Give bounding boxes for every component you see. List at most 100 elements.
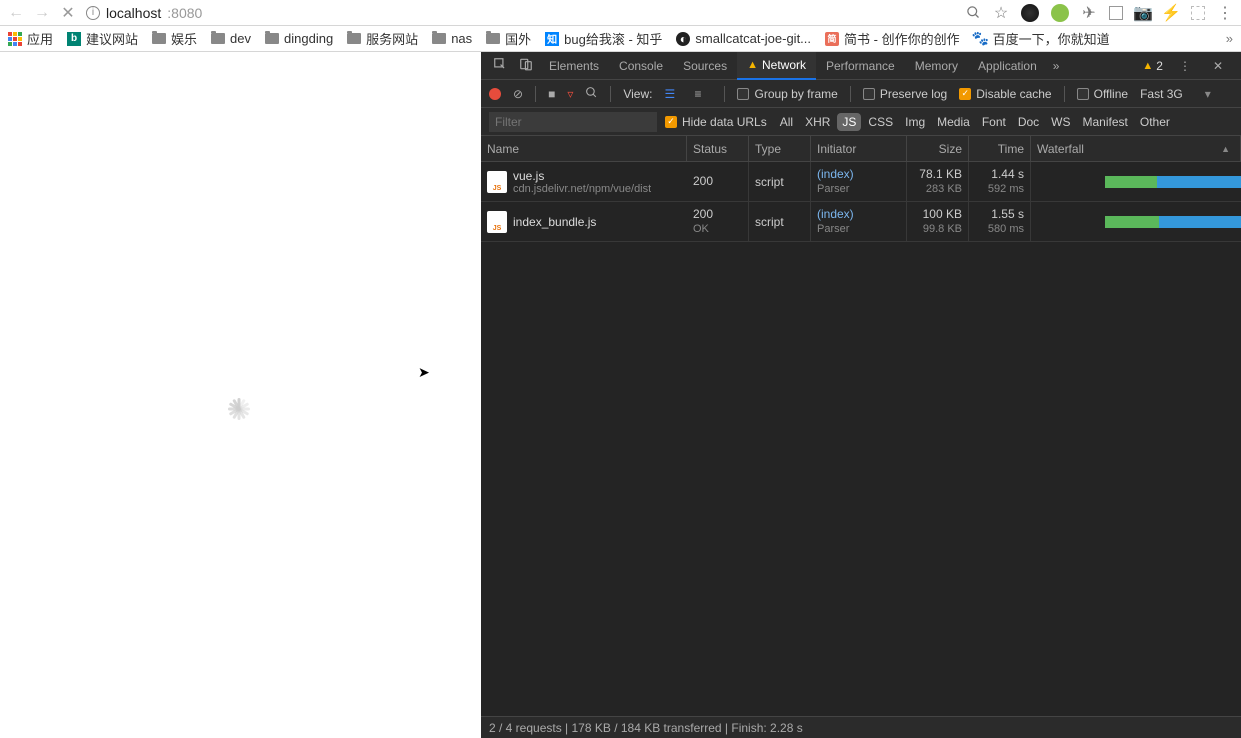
bookmark-item[interactable]: dingding (265, 29, 333, 48)
initiator-link[interactable]: (index) (817, 207, 900, 223)
browser-toolbar: ← → ✕ i localhost:8080 ☆ ✈ 📷 ⚡ ⋮ (0, 0, 1241, 26)
filter-type-doc[interactable]: Doc (1013, 113, 1044, 131)
filter-type-img[interactable]: Img (900, 113, 930, 131)
bookmark-label: 服务网站 (366, 29, 418, 48)
site-info-icon[interactable]: i (86, 6, 100, 20)
inspect-element-icon[interactable] (487, 57, 513, 74)
throttling-select[interactable]: Fast 3G ▾ (1140, 87, 1211, 101)
ext-icon-4[interactable] (1109, 6, 1123, 20)
bookmarks-overflow[interactable]: » (1226, 31, 1233, 46)
group-by-frame-checkbox[interactable]: Group by frame (737, 87, 837, 101)
header-status[interactable]: Status (687, 136, 749, 161)
header-initiator[interactable]: Initiator (811, 136, 907, 161)
url-port: :8080 (167, 5, 202, 21)
back-button[interactable]: ← (8, 5, 24, 21)
header-time[interactable]: Time (969, 136, 1031, 161)
bookmark-item[interactable]: 娱乐 (152, 29, 197, 48)
offline-checkbox[interactable]: Offline (1077, 87, 1128, 101)
search-icon[interactable] (965, 5, 981, 21)
devtools-tab-sources[interactable]: Sources (673, 52, 737, 80)
filter-type-all[interactable]: All (775, 113, 798, 131)
folder-icon (265, 33, 279, 44)
filter-type-media[interactable]: Media (932, 113, 975, 131)
bookmark-item[interactable]: 服务网站 (347, 29, 418, 48)
record-button[interactable] (489, 88, 501, 100)
network-request-row[interactable]: index_bundle.js200OKscript(index)Parser1… (481, 202, 1241, 242)
bookmark-label: bug给我滚 - 知乎 (564, 29, 662, 48)
filter-type-ws[interactable]: WS (1046, 113, 1075, 131)
request-type: script (755, 215, 784, 229)
filter-type-manifest[interactable]: Manifest (1078, 113, 1133, 131)
forward-button[interactable]: → (34, 5, 50, 21)
ext-icon-7[interactable] (1191, 6, 1205, 20)
star-icon[interactable]: ☆ (993, 5, 1009, 21)
filter-type-other[interactable]: Other (1135, 113, 1175, 131)
devtools-tab-performance[interactable]: Performance (816, 52, 905, 80)
header-size[interactable]: Size (907, 136, 969, 161)
devtools-menu-icon[interactable]: ⋮ (1173, 59, 1197, 73)
tabs-overflow-icon[interactable]: » (1047, 59, 1066, 73)
devtools-tab-console[interactable]: Console (609, 52, 673, 80)
size-transferred: 78.1 KB (913, 167, 962, 183)
tab-label: Memory (915, 59, 958, 73)
header-waterfall[interactable]: Waterfall ▲ (1031, 136, 1241, 161)
hide-data-urls-checkbox[interactable]: ✓ Hide data URLs (665, 115, 767, 129)
ext-icon-6[interactable]: ⚡ (1163, 5, 1179, 21)
network-request-row[interactable]: vue.jscdn.jsdelivr.net/npm/vue/dist200sc… (481, 162, 1241, 202)
bookmark-item[interactable]: dev (211, 29, 251, 48)
bookmark-item[interactable]: 🐾百度一下，你就知道 (974, 29, 1110, 48)
preserve-log-checkbox[interactable]: Preserve log (863, 87, 947, 101)
devtools-tab-application[interactable]: Application (968, 52, 1047, 80)
folder-icon (486, 33, 500, 44)
initiator-link[interactable]: (index) (817, 167, 900, 183)
search-icon[interactable] (585, 86, 598, 102)
devtools-tab-elements[interactable]: Elements (539, 52, 609, 80)
ext-icon-3[interactable]: ✈ (1081, 5, 1097, 21)
filter-type-js[interactable]: JS (837, 113, 861, 131)
bookmark-item[interactable]: nas (432, 29, 472, 48)
ext-icon-1[interactable] (1021, 4, 1039, 22)
device-toggle-icon[interactable] (513, 57, 539, 74)
apps-button[interactable]: 应用 (8, 29, 53, 48)
tab-label: Network (762, 58, 806, 72)
stop-reload-button[interactable]: ✕ (60, 5, 76, 21)
tab-label: Console (619, 59, 663, 73)
filter-type-xhr[interactable]: XHR (800, 113, 835, 131)
ext-icon-5[interactable]: 📷 (1135, 5, 1151, 21)
large-rows-icon[interactable]: ☰ (664, 87, 682, 101)
filter-input[interactable] (489, 112, 657, 132)
time-latency: 592 ms (975, 182, 1024, 196)
sort-indicator-icon: ▲ (1221, 144, 1230, 154)
bookmark-item[interactable]: 简简书 - 创作你的创作 (825, 29, 960, 48)
github-icon: ◐ (676, 32, 690, 46)
filter-toggle-icon[interactable]: ▿ (567, 87, 573, 101)
filter-type-font[interactable]: Font (977, 113, 1011, 131)
filter-type-css[interactable]: CSS (863, 113, 898, 131)
devtools-tab-network[interactable]: ▲ Network (737, 52, 816, 80)
checkbox-icon (1077, 88, 1089, 100)
bookmark-item[interactable]: 知bug给我滚 - 知乎 (545, 29, 662, 48)
header-type[interactable]: Type (749, 136, 811, 161)
disable-cache-checkbox[interactable]: ✓ Disable cache (959, 87, 1051, 101)
warning-icon: ▲ (747, 59, 758, 71)
ext-icon-2[interactable] (1051, 4, 1069, 22)
bookmark-item[interactable]: 国外 (486, 29, 531, 48)
address-bar[interactable]: i localhost:8080 (86, 5, 955, 21)
disable-cache-label: Disable cache (976, 87, 1051, 101)
devtools-close-icon[interactable]: ✕ (1207, 59, 1229, 73)
size-resource: 283 KB (913, 182, 962, 196)
camera-icon[interactable]: ■ (548, 87, 555, 101)
cell-size: 100 KB99.8 KB (907, 202, 969, 241)
cell-name: vue.jscdn.jsdelivr.net/npm/vue/dist (481, 162, 687, 201)
time-total: 1.44 s (975, 167, 1024, 183)
cell-status: 200 (687, 162, 749, 201)
warnings-badge[interactable]: ▲ 2 (1142, 59, 1163, 73)
folder-icon (432, 33, 446, 44)
small-rows-icon[interactable]: ≡ (694, 87, 712, 101)
clear-button[interactable]: ⊘ (513, 87, 523, 101)
menu-icon[interactable]: ⋮ (1217, 5, 1233, 21)
header-name[interactable]: Name (481, 136, 687, 161)
bookmark-item[interactable]: ◐smallcatcat-joe-git... (676, 29, 811, 48)
bookmark-item[interactable]: b建议网站 (67, 29, 138, 48)
devtools-tab-memory[interactable]: Memory (905, 52, 968, 80)
